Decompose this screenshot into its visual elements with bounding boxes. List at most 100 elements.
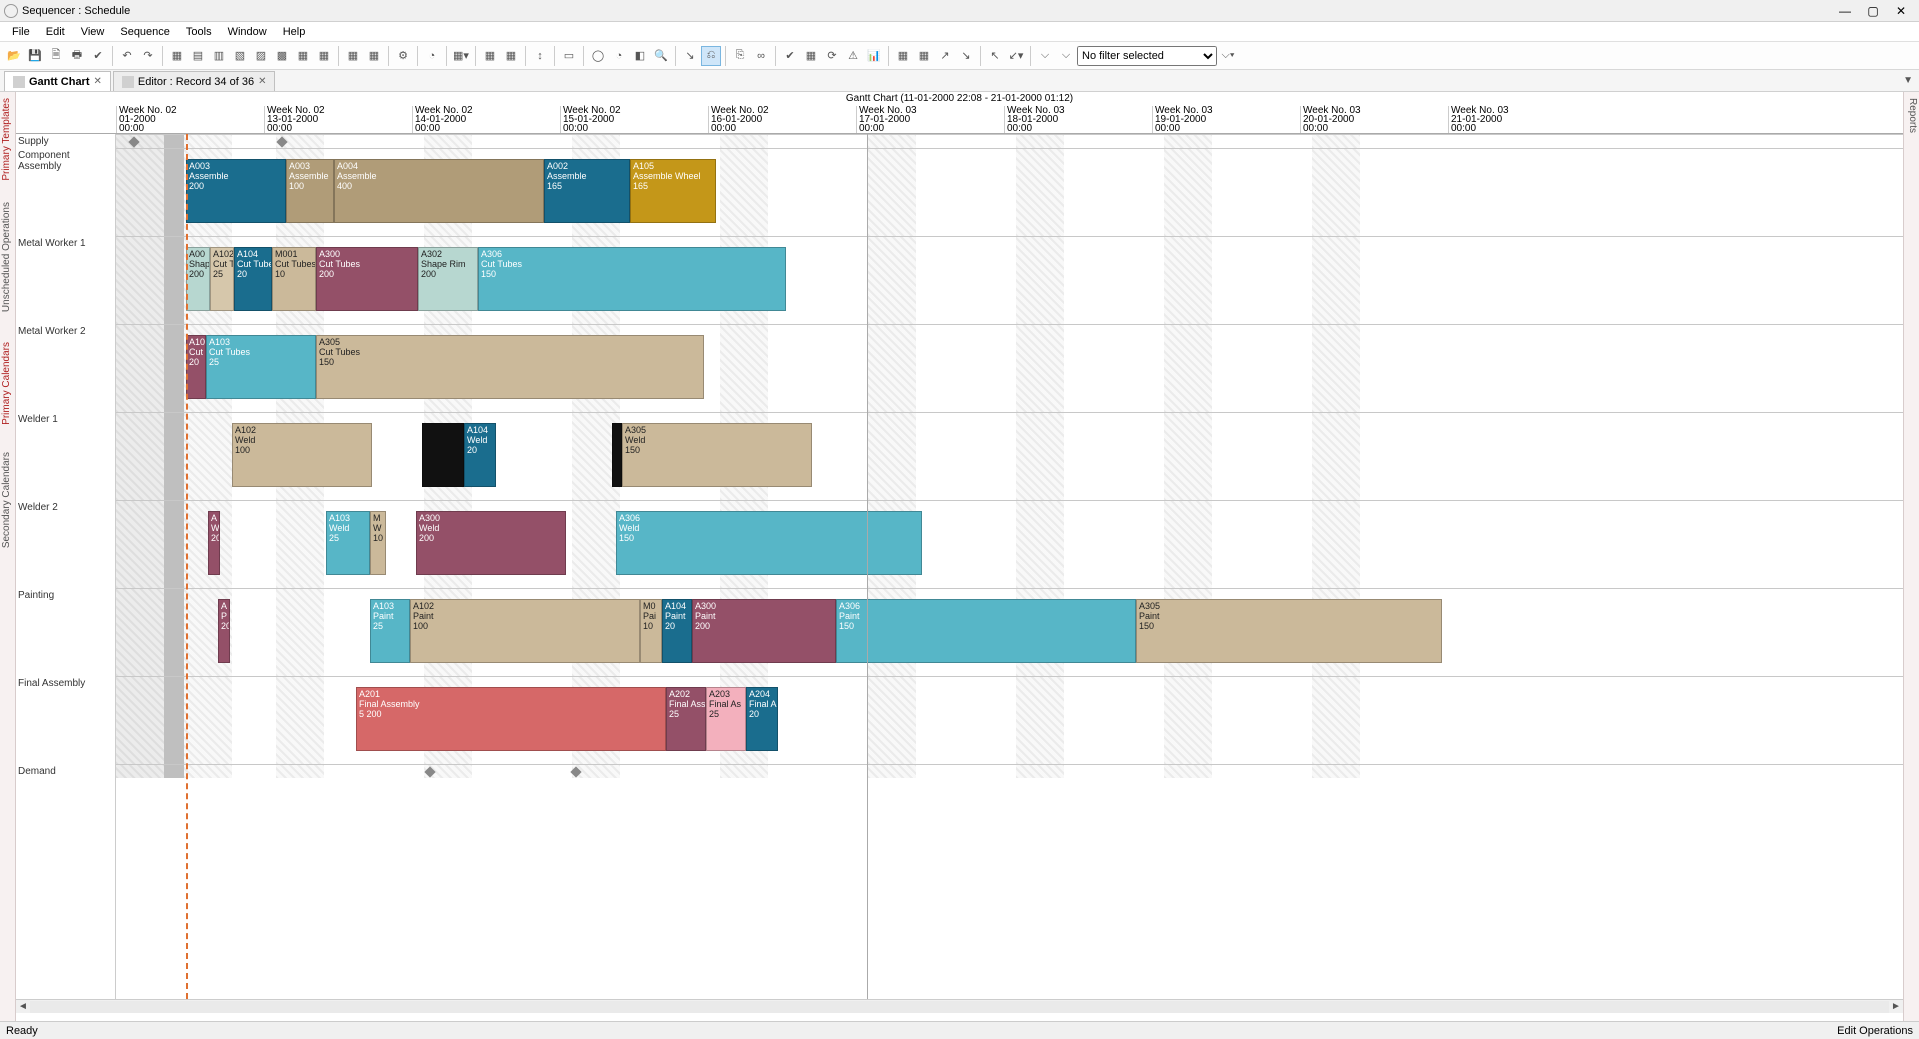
zoomin-icon[interactable]: ▦ (480, 46, 500, 66)
undo-icon[interactable]: ↶ (117, 46, 137, 66)
task-block[interactable]: A102Weld100 (232, 423, 372, 487)
grid6-icon[interactable]: ▩ (272, 46, 292, 66)
close-tab-icon[interactable]: ✕ (258, 76, 266, 87)
task-block[interactable]: A104Cut Tube20 (234, 247, 272, 311)
task-block[interactable]: AP20 (218, 599, 230, 663)
chart-icon[interactable]: 📊 (864, 46, 884, 66)
layout1-icon[interactable]: ▦ (343, 46, 363, 66)
task-block[interactable]: A302Shape Rim200 (418, 247, 478, 311)
task-block[interactable]: A305Paint150 (1136, 599, 1442, 663)
ok-icon[interactable]: ✔ (780, 46, 800, 66)
side-tab-unscheduled[interactable]: Unscheduled Operations (1, 202, 12, 312)
zoomout-icon[interactable]: ▦ (501, 46, 521, 66)
arrow1-icon[interactable]: ↗ (935, 46, 955, 66)
layout2-icon[interactable]: ▦ (364, 46, 384, 66)
task-block[interactable]: MW10 (370, 511, 386, 575)
save-all-icon[interactable]: 🗎 (46, 46, 66, 66)
arrow4-icon[interactable]: ↙▾ (1006, 46, 1026, 66)
task-block[interactable]: A103Paint25 (370, 599, 410, 663)
grid4-icon[interactable]: ▧ (230, 46, 250, 66)
task-block[interactable]: A204Final A20 (746, 687, 778, 751)
refresh-icon[interactable]: ⟳ (822, 46, 842, 66)
side-tab-secondary-calendars[interactable]: Secondary Calendars (1, 452, 12, 548)
circle-icon[interactable]: ◯ (588, 46, 608, 66)
task-block[interactable]: A201Final Assembly5 200 (356, 687, 666, 751)
task-block[interactable]: A003Assemble100 (286, 159, 334, 223)
task-block[interactable]: A004Assemble400 (334, 159, 544, 223)
funnel-icon[interactable]: ⌵ (1035, 46, 1055, 66)
menu-edit[interactable]: Edit (38, 24, 73, 40)
task-block[interactable]: A306Cut Tubes150 (478, 247, 786, 311)
calendar-icon[interactable]: ▦▾ (451, 46, 471, 66)
task-block[interactable]: M001Cut Tubes10 (272, 247, 316, 311)
task-block[interactable]: A103Weld25 (326, 511, 370, 575)
task-block[interactable]: A300Paint200 (692, 599, 836, 663)
task-block[interactable]: A102Paint100 (410, 599, 640, 663)
funnel3-icon[interactable]: ⌵▾ (1218, 46, 1238, 66)
grid1-icon[interactable]: ▦ (167, 46, 187, 66)
minimize-button[interactable]: — (1831, 2, 1859, 20)
task-block[interactable]: A104Paint20 (662, 599, 692, 663)
task-block[interactable]: A105Assemble Wheel165 (630, 159, 716, 223)
task-block[interactable]: A306Paint150 (836, 599, 1136, 663)
op1-icon[interactable]: ⎘ (730, 46, 750, 66)
save-icon[interactable]: 💾 (25, 46, 45, 66)
task-block[interactable]: A00Shap200 (186, 247, 210, 311)
menu-sequence[interactable]: Sequence (112, 24, 178, 40)
warn-icon[interactable]: ⚠ (843, 46, 863, 66)
open-icon[interactable]: 📂 (4, 46, 24, 66)
task-block[interactable]: A300Weld200 (416, 511, 566, 575)
tab-gantt-chart[interactable]: Gantt Chart ✕ (4, 71, 111, 91)
side-tab-primary-calendars[interactable]: Primary Calendars (1, 342, 12, 425)
clock-icon[interactable]: ◔ (422, 46, 442, 66)
side-tab-reports[interactable]: Reports (1907, 98, 1918, 133)
table2-icon[interactable]: ▦ (914, 46, 934, 66)
grid8-icon[interactable]: ▦ (314, 46, 334, 66)
filter-select[interactable]: No filter selected (1077, 46, 1217, 66)
print-icon[interactable]: 🖶 (67, 46, 87, 66)
menu-file[interactable]: File (4, 24, 38, 40)
grid3-icon[interactable]: ▥ (209, 46, 229, 66)
tab-editor[interactable]: Editor : Record 34 of 36 ✕ (113, 71, 276, 91)
sort-icon[interactable]: ↕ (530, 46, 550, 66)
scroll-right-icon[interactable]: ► (1889, 1001, 1903, 1012)
task-block[interactable]: A10Cut20 (186, 335, 206, 399)
grid7-icon[interactable]: ▦ (293, 46, 313, 66)
task-block[interactable]: A102Cut T25 (210, 247, 234, 311)
box-icon[interactable]: ▭ (559, 46, 579, 66)
task-block[interactable]: AW20 (208, 511, 220, 575)
task-block[interactable]: A003Assemble200 (186, 159, 286, 223)
clock2-icon[interactable]: ◔ (609, 46, 629, 66)
close-button[interactable]: ✕ (1887, 2, 1915, 20)
arrow3-icon[interactable]: ↖ (985, 46, 1005, 66)
search-icon[interactable]: 🔍 (651, 46, 671, 66)
grid9-icon[interactable]: ▦ (801, 46, 821, 66)
horizontal-scrollbar[interactable]: ◄ ► (16, 999, 1903, 1013)
task-block[interactable] (612, 423, 622, 487)
menu-help[interactable]: Help (275, 24, 314, 40)
link2-icon[interactable]: ⎌ (701, 46, 721, 66)
task-block[interactable]: M0Pai10 (640, 599, 662, 663)
task-block[interactable]: A305Weld150 (622, 423, 812, 487)
menu-window[interactable]: Window (220, 24, 275, 40)
menu-tools[interactable]: Tools (178, 24, 220, 40)
right-side-panel[interactable]: Reports (1903, 92, 1919, 1021)
task-block[interactable] (422, 423, 464, 487)
task-block[interactable]: A202Final Ass25 (666, 687, 706, 751)
link1-icon[interactable]: ↘ (680, 46, 700, 66)
task-block[interactable]: A103Cut Tubes25 (206, 335, 316, 399)
scroll-track[interactable] (30, 1001, 1889, 1013)
arrow2-icon[interactable]: ↘ (956, 46, 976, 66)
check-icon[interactable]: ✔ (88, 46, 108, 66)
gantt-chart-area[interactable]: A003Assemble200A003Assemble100A004Assemb… (116, 134, 1903, 999)
left-side-panel[interactable]: Primary Templates Unscheduled Operations… (0, 92, 16, 1021)
menu-view[interactable]: View (73, 24, 113, 40)
task-block[interactable]: A104Weld20 (464, 423, 496, 487)
close-tab-icon[interactable]: ✕ (94, 76, 102, 87)
side-tab-primary-templates[interactable]: Primary Templates (1, 98, 12, 181)
db-icon[interactable]: ◧ (630, 46, 650, 66)
funnel2-icon[interactable]: ⌵ (1056, 46, 1076, 66)
task-block[interactable]: A305Cut Tubes150 (316, 335, 704, 399)
table1-icon[interactable]: ▦ (893, 46, 913, 66)
op2-icon[interactable]: ∞ (751, 46, 771, 66)
